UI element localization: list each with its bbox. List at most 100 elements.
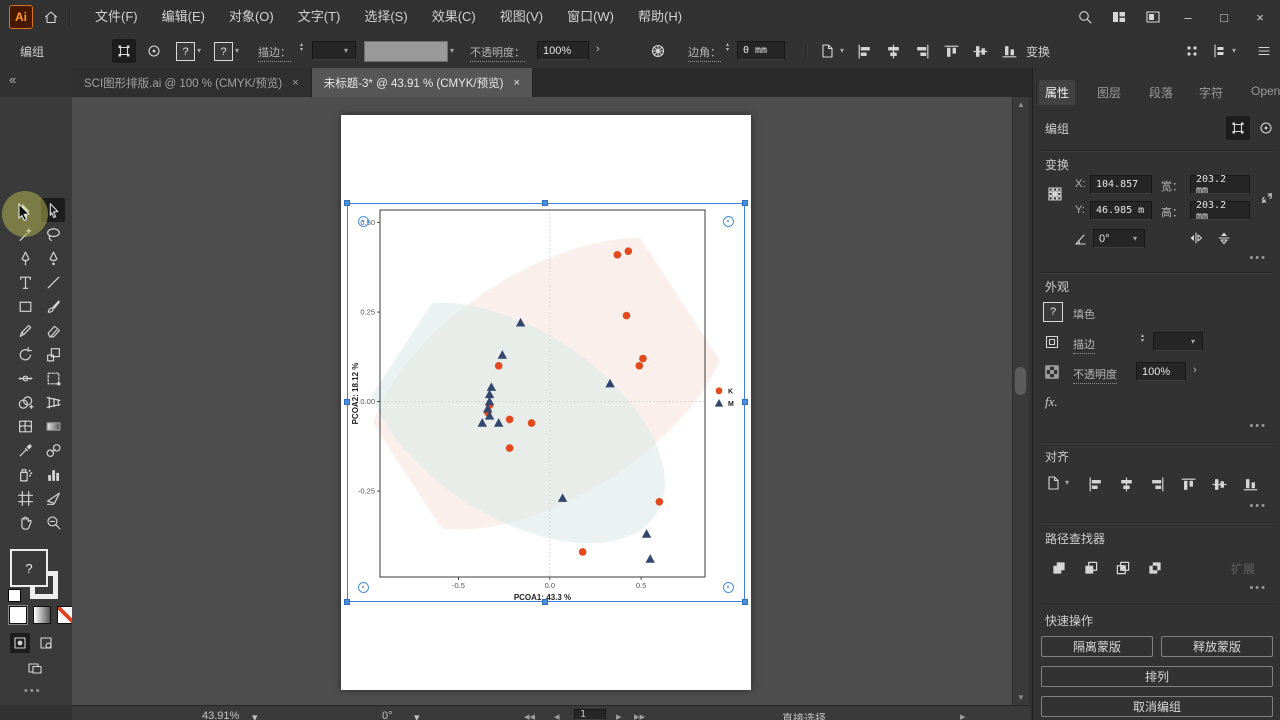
opacity-options-arrow[interactable]: › [1193,364,1197,376]
shape-builder-tool[interactable] [13,390,37,414]
selection-handle[interactable] [542,599,548,605]
screen-mode-icon[interactable] [22,657,48,679]
slice-tool[interactable] [41,486,65,510]
chevron-down-icon[interactable]: ▾ [252,713,258,720]
zoom-level[interactable]: 43.91% [202,710,239,720]
stroke-box-icon[interactable] [1042,332,1062,352]
gradient-tool[interactable] [41,414,65,438]
mesh-tool[interactable] [13,414,37,438]
menu-编辑[interactable]: 编辑(E) [151,0,216,34]
menu-窗口[interactable]: 窗口(W) [556,0,625,34]
corner-widget-icon[interactable] [723,216,734,227]
selection-handle[interactable] [344,200,350,206]
stroke-weight-label[interactable]: 描边： [258,44,291,62]
pathfinder-minus-front-icon[interactable] [1079,556,1103,580]
align-center-vertical-icon[interactable] [968,39,992,63]
fill-swatch[interactable]: ? [176,42,195,61]
align-right-icon[interactable] [910,39,934,63]
target-icon[interactable] [142,39,166,63]
blend-tool[interactable] [41,438,65,462]
lasso-tool[interactable] [41,222,65,246]
align-left-icon[interactable] [1083,472,1107,496]
close-icon[interactable]: × [292,77,298,89]
zoom-tool[interactable] [41,510,65,534]
close-button[interactable]: × [1246,4,1274,30]
four-dot-grid-icon[interactable] [1180,39,1204,63]
pen-tool[interactable] [13,246,37,270]
target-icon[interactable] [1254,116,1278,140]
magic-wand-tool[interactable] [13,222,37,246]
fill-color-proxy[interactable]: ? [10,549,48,587]
perspective-grid-tool[interactable] [41,390,65,414]
corner-widget-icon[interactable] [723,582,734,593]
chevron-down-icon[interactable]: ▾ [414,713,420,720]
hand-tool[interactable] [13,510,37,534]
first-page-icon[interactable]: ◂◂ [524,710,535,720]
menu-选择[interactable]: 选择(S) [353,0,418,34]
menu-文件[interactable]: 文件(F) [84,0,149,34]
shaper-tool[interactable] [13,318,37,342]
bounding-box-icon[interactable] [1226,116,1250,140]
fill-swatch[interactable]: ? [1043,302,1063,322]
recolor-artwork-icon[interactable] [646,39,670,63]
search-icon[interactable] [1072,9,1098,25]
tab-character[interactable]: 字符 [1193,80,1229,105]
y-field[interactable]: 46.985 m [1090,201,1152,220]
variable-width-profile-dropdown[interactable] [364,41,448,62]
reference-point-grid-icon[interactable] [1041,180,1069,208]
pathfinder-unite-icon[interactable] [1047,556,1071,580]
link-dimensions-icon[interactable] [1257,186,1277,210]
rotation-field[interactable]: 0° [1093,229,1145,248]
more-options-icon[interactable]: ••• [1249,582,1267,594]
stroke-label[interactable]: 描边 [1073,336,1095,354]
chevron-down-icon[interactable]: ▾ [235,47,239,55]
paintbrush-tool[interactable] [41,294,65,318]
more-options-icon[interactable]: ••• [1249,500,1267,512]
selection-handle[interactable] [742,399,748,405]
corner-label[interactable]: 边角： [688,44,721,62]
workspace-switcher-icon[interactable] [1106,9,1132,25]
panel-menu-icon[interactable] [1252,39,1276,63]
scrollbar-thumb[interactable] [1015,367,1026,395]
arrange-documents-icon[interactable] [1140,9,1166,25]
selection-handle[interactable] [542,200,548,206]
transform-panel-label[interactable]: 变换 [1026,43,1050,60]
default-fill-stroke-icon[interactable] [8,589,21,602]
free-transform-tool[interactable] [41,366,65,390]
chevron-down-icon[interactable]: ▾ [344,47,348,55]
menu-视图[interactable]: 视图(V) [489,0,554,34]
next-page-icon[interactable]: ▸ [616,710,622,720]
rectangle-tool[interactable] [13,294,37,318]
pathfinder-intersect-icon[interactable] [1111,556,1135,580]
distribute-icon[interactable] [1208,39,1232,63]
isolate-mask-button[interactable]: 隔离蒙版 [1041,636,1153,657]
chevron-down-icon[interactable]: ▾ [1065,479,1069,487]
menu-对象[interactable]: 对象(O) [218,0,285,34]
flip-horizontal-icon[interactable] [1185,228,1207,248]
corner-stepper[interactable]: ▴ ▾ [726,42,729,53]
more-tools-icon[interactable]: ••• [24,685,42,697]
opacity-label[interactable]: 不透明度： [470,44,525,62]
opacity-label[interactable]: 不透明度 [1073,366,1117,384]
type-tool[interactable] [13,270,37,294]
width-field[interactable]: 203.2 mm [1190,174,1250,196]
expand-button[interactable]: 扩展 [1231,560,1255,577]
chevron-down-icon[interactable]: ▾ [197,47,201,55]
home-icon[interactable] [43,9,59,25]
arrange-button[interactable]: 排列 [1041,666,1273,687]
eyedropper-tool[interactable] [13,438,37,462]
width-tool[interactable] [13,366,37,390]
document-tab-active[interactable]: 未标题-3* @ 43.91 % (CMYK/预览) × [311,68,533,97]
draw-normal-icon[interactable] [10,633,30,653]
minimize-button[interactable]: – [1174,4,1202,30]
close-icon[interactable]: × [513,77,519,89]
chevron-down-icon[interactable]: ▾ [1133,235,1137,243]
fx-button[interactable]: fx. [1045,394,1058,410]
selection-handle[interactable] [344,399,350,405]
more-options-icon[interactable]: ••• [1249,420,1267,432]
vertical-scrollbar[interactable]: ▲ ▼ [1012,97,1029,705]
stroke-weight-stepper[interactable]: ▴ ▾ [1141,333,1144,344]
column-graph-tool[interactable] [41,462,65,486]
opacity-options-arrow[interactable]: › [596,43,600,55]
chevron-down-icon[interactable]: ▾ [450,47,454,55]
